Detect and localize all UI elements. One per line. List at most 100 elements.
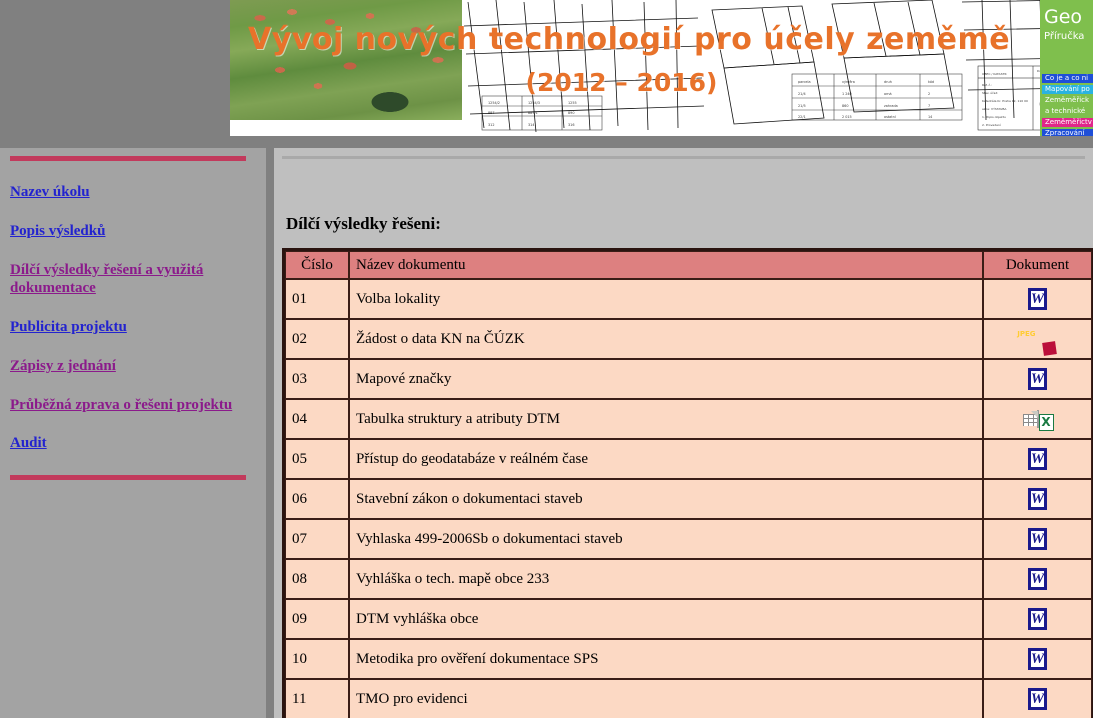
svg-text:312: 312 bbox=[488, 123, 494, 127]
page-title: Dílčí výsledky řešeni: bbox=[286, 214, 441, 233]
svg-text:Ref. č.:: Ref. č.: bbox=[982, 83, 992, 87]
word-icon-glyph: W bbox=[1027, 368, 1048, 390]
word-document-icon[interactable]: W bbox=[1027, 568, 1048, 590]
aerial-photo-image bbox=[230, 0, 462, 120]
sidebar-item-1[interactable]: Nazev úkolu bbox=[10, 183, 256, 202]
excel-icon-glyph: X bbox=[1022, 410, 1054, 432]
svg-text:2 015: 2 015 bbox=[842, 115, 852, 119]
row-number: 05 bbox=[285, 439, 349, 479]
svg-text:22/1: 22/1 bbox=[798, 115, 806, 119]
content-top-divider bbox=[282, 156, 1085, 159]
svg-text:1 240: 1 240 bbox=[842, 92, 852, 96]
word-icon-glyph: W bbox=[1027, 608, 1048, 630]
row-document-link[interactable]: W bbox=[983, 479, 1092, 519]
row-number: 09 bbox=[285, 599, 349, 639]
svg-text:akce: VÝSTAVBA: akce: VÝSTAVBA bbox=[982, 106, 1007, 111]
table-row: 08 Vyhláška o tech. mapě obce 233 W bbox=[285, 559, 1092, 599]
table-row: 03 Mapové značky W bbox=[285, 359, 1092, 399]
svg-text:860: 860 bbox=[842, 104, 848, 108]
book-title: Geo bbox=[1044, 6, 1083, 28]
banner-region: 1254/2 1254/3 1255 887 889/1 890 312 314 316 p… bbox=[0, 0, 1093, 140]
sidebar-item-4[interactable]: Publicita projektu bbox=[10, 318, 256, 337]
table-row: 05 Přístup do geodatabáze v reálném čase W bbox=[285, 439, 1092, 479]
row-number: 04 bbox=[285, 399, 349, 439]
table-row: 07 Vyhlaska 499-2006Sb o dokumentaci stav… bbox=[285, 519, 1092, 559]
row-number: 02 bbox=[285, 319, 349, 359]
word-document-icon[interactable]: W bbox=[1027, 448, 1048, 470]
row-document-link[interactable]: W bbox=[983, 359, 1092, 399]
row-document-link[interactable]: W bbox=[983, 519, 1092, 559]
word-document-icon[interactable]: W bbox=[1027, 488, 1048, 510]
word-document-icon[interactable]: W bbox=[1027, 608, 1048, 630]
svg-text:druh: druh bbox=[884, 80, 892, 84]
sidebar-item-3[interactable]: Dílčí výsledky řešení a využitá dokument… bbox=[10, 261, 256, 299]
svg-text:Stav. úřad:: Stav. úřad: bbox=[982, 91, 998, 95]
svg-text:889/1: 889/1 bbox=[528, 111, 538, 115]
row-document-name: TMO pro evidenci bbox=[349, 679, 983, 718]
word-icon-glyph: W bbox=[1027, 528, 1048, 550]
row-document-link[interactable]: W bbox=[983, 599, 1092, 639]
word-document-icon[interactable]: W bbox=[1027, 688, 1048, 710]
book-bar-list: Co je a co ni Mapování po Zeměměřick a tech… bbox=[1042, 74, 1093, 136]
svg-text:1255: 1255 bbox=[568, 101, 577, 105]
word-icon-glyph: W bbox=[1027, 288, 1048, 310]
book-bar-6: Zpracování bbox=[1042, 129, 1093, 136]
word-icon-glyph: W bbox=[1027, 648, 1048, 670]
word-document-icon[interactable]: W bbox=[1027, 528, 1048, 550]
column-header-document: Dokument bbox=[983, 251, 1092, 279]
row-document-name: Vyhlaska 499-2006Sb o dokumentaci staveb bbox=[349, 519, 983, 559]
column-header-number: Číslo bbox=[285, 251, 349, 279]
svg-text:314: 314 bbox=[528, 123, 534, 127]
sidebar-nav: Nazev úkolu Popis výsledků Dílčí výsledky … bbox=[10, 161, 256, 453]
row-document-name: Vyhláška o tech. mapě obce 233 bbox=[349, 559, 983, 599]
svg-text:kód: kód bbox=[928, 80, 934, 84]
excel-icon-page-fold bbox=[1030, 411, 1038, 419]
svg-text:14: 14 bbox=[928, 115, 932, 119]
svg-text:ostatní: ostatní bbox=[884, 115, 897, 119]
row-number: 03 bbox=[285, 359, 349, 399]
row-document-link[interactable]: W bbox=[983, 439, 1092, 479]
documents-table: Číslo Název dokumentu Dokument 01 Volba l… bbox=[282, 248, 1093, 718]
svg-text:1. Popis objektu: 1. Popis objektu bbox=[982, 115, 1006, 119]
row-number: 08 bbox=[285, 559, 349, 599]
row-document-link[interactable]: W bbox=[983, 679, 1092, 718]
row-document-link[interactable]: W bbox=[983, 559, 1092, 599]
sidebar-item-5[interactable]: Zápisy z jednání bbox=[10, 357, 256, 376]
table-row: 06 Stavební zákon o dokumentaci staveb W bbox=[285, 479, 1092, 519]
row-document-link[interactable]: X bbox=[983, 399, 1092, 439]
book-bar-5: Zeměměřictv bbox=[1042, 118, 1093, 127]
column-header-name: Název dokumentu bbox=[349, 251, 983, 279]
row-document-link[interactable]: W bbox=[983, 279, 1092, 319]
main-content: Dílčí výsledky řešeni: Číslo Název dokum… bbox=[274, 148, 1093, 718]
table-row: 04Tabulka struktury a atributy DTM X bbox=[285, 399, 1092, 439]
sidebar-item-6[interactable]: Průběžná zprava o řešeni projektu bbox=[10, 396, 256, 415]
row-document-name: Žádost o data KN na ČÚZK bbox=[349, 319, 983, 359]
row-number: 07 bbox=[285, 519, 349, 559]
word-icon-glyph: W bbox=[1027, 688, 1048, 710]
book-bar-4: a technické bbox=[1042, 107, 1093, 116]
svg-text:orná: orná bbox=[884, 92, 892, 96]
row-document-link[interactable]: W bbox=[983, 639, 1092, 679]
sidebar-item-7[interactable]: Audit bbox=[10, 434, 256, 453]
row-document-link[interactable]: JPEG bbox=[983, 319, 1092, 359]
svg-text:OBEC / KATASTR: OBEC / KATASTR bbox=[982, 72, 1007, 76]
word-icon-glyph: W bbox=[1027, 568, 1048, 590]
sidebar-item-2[interactable]: Popis výsledků bbox=[10, 222, 256, 241]
book-bar-1: Co je a co ni bbox=[1042, 74, 1093, 83]
table-header-row: Číslo Název dokumentu Dokument bbox=[285, 251, 1092, 279]
row-number: 06 bbox=[285, 479, 349, 519]
word-document-icon[interactable]: W bbox=[1027, 648, 1048, 670]
page-body: Nazev úkolu Popis výsledků Dílčí výsledky … bbox=[0, 140, 1093, 718]
word-document-icon[interactable]: W bbox=[1027, 288, 1048, 310]
book-bar-2: Mapování po bbox=[1042, 85, 1093, 94]
sidebar-bottom-divider bbox=[10, 475, 246, 480]
svg-text:2: 2 bbox=[928, 92, 930, 96]
documents-table-head: Číslo Název dokumentu Dokument bbox=[285, 251, 1092, 279]
svg-text:21/4: 21/4 bbox=[798, 92, 806, 96]
row-document-name: Přístup do geodatabáze v reálném čase bbox=[349, 439, 983, 479]
svg-text:887: 887 bbox=[488, 111, 494, 115]
table-row: 10 Metodika pro ověření dokumentace SPS W bbox=[285, 639, 1092, 679]
word-document-icon[interactable]: W bbox=[1027, 368, 1048, 390]
table-row: 11 TMO pro evidenci W bbox=[285, 679, 1092, 718]
svg-text:316: 316 bbox=[568, 123, 574, 127]
